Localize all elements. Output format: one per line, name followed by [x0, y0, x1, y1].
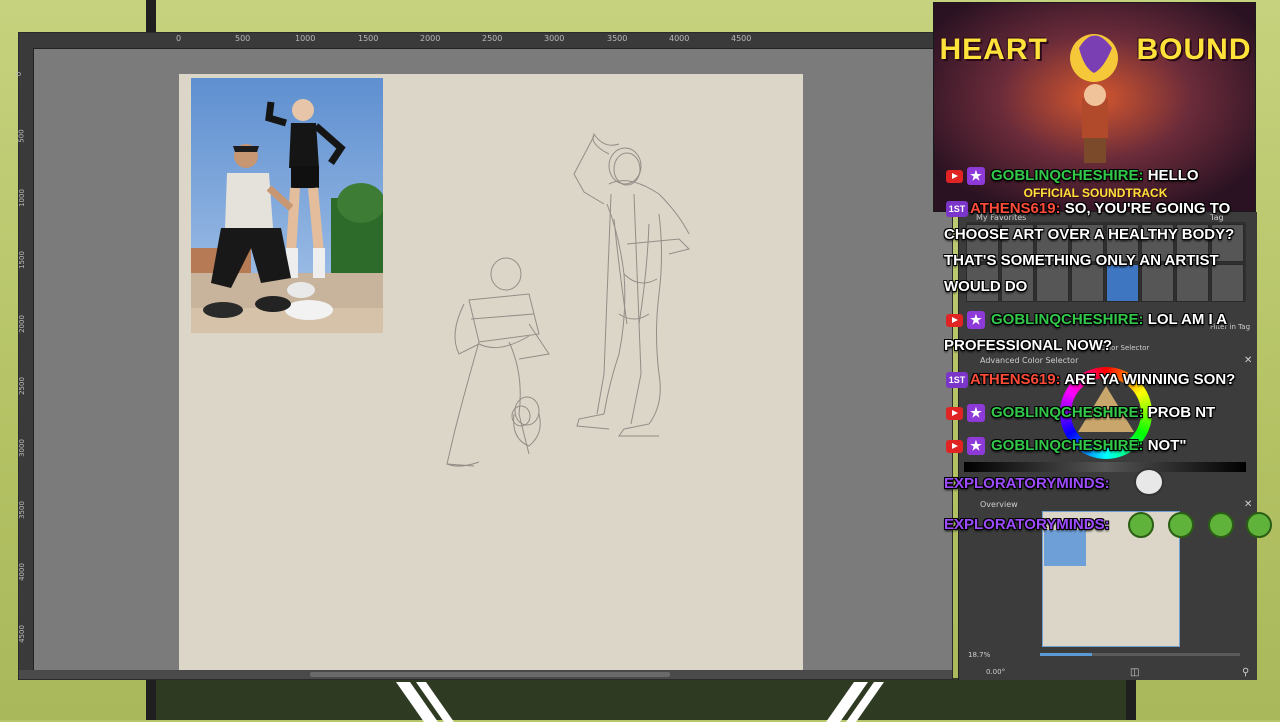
ruler-label: 1500: [17, 251, 26, 269]
chat-message: ★ GOBLINQCHESHIRE: HELLO: [946, 167, 1199, 186]
ruler-label: 500: [235, 34, 251, 43]
color-selector-docker-title: Advanced Color Selector: [980, 356, 1079, 365]
brush-preset[interactable]: [1036, 264, 1069, 302]
ruler-label: 1500: [358, 34, 379, 43]
overlay-frame-bottom: [146, 678, 1136, 720]
chat-message: ★ GOBLINQCHESHIRE: PROB NT: [946, 404, 1216, 423]
star-badge-icon: ★: [967, 167, 985, 186]
brush-preset[interactable]: [1071, 264, 1104, 302]
chat-text: HELLO: [1147, 167, 1199, 184]
chat-username: GOBLINQCHESHIRE:: [991, 167, 1144, 184]
chat-username: ATHENS619:: [970, 371, 1061, 388]
goblin-emote-icon: [1208, 512, 1234, 538]
chat-message: 1ST ATHENS619: ARE YA WINNING SON?: [946, 371, 1236, 389]
ruler-label: 1000: [17, 189, 26, 207]
chat-text: ARE YA WINNING SON?: [1064, 371, 1236, 388]
ruler-label: 3500: [17, 501, 26, 519]
chat-text-continuation: CHOOSE ART OVER A HEALTHY BODY?: [944, 226, 1235, 243]
chat-username: EXPLORATORYMINDS:: [944, 475, 1110, 492]
star-badge-icon: ★: [967, 311, 985, 330]
ruler-label: 3000: [17, 439, 26, 457]
chat-message: EXPLORATORYMINDS:: [944, 475, 1110, 492]
value-slider[interactable]: [964, 462, 1246, 472]
brush-preset[interactable]: [1106, 264, 1139, 302]
ruler-label: 1000: [295, 34, 316, 43]
ad-title-left: HEART: [939, 33, 1048, 66]
first-time-badge-icon: 1ST: [946, 372, 968, 389]
horizontal-ruler[interactable]: 0 500 1000 1500 2000 2500 3000 3500 4000…: [19, 33, 952, 49]
goblin-emote-icon: [1168, 512, 1194, 538]
star-badge-icon: ★: [967, 404, 985, 423]
brush-preset[interactable]: [1141, 264, 1174, 302]
ruler-label: 2500: [482, 34, 503, 43]
chat-message: ★ GOBLINQCHESHIRE: LOL AM I A: [946, 311, 1228, 330]
chat-text-continuation: PROFESSIONAL NOW?: [944, 337, 1113, 354]
chat-text-continuation: WOULD DO: [944, 278, 1028, 295]
ruler-label: 4500: [17, 625, 26, 643]
goblin-emote-icon: [1128, 512, 1154, 538]
close-icon[interactable]: ✕: [1244, 355, 1252, 366]
horizontal-scrollbar[interactable]: [310, 672, 670, 677]
close-icon[interactable]: ✕: [1244, 499, 1252, 510]
overview-photo-thumbnail: [1044, 530, 1086, 566]
ruler-label: 3000: [544, 34, 565, 43]
sketch-layer[interactable]: [179, 74, 803, 671]
zoom-value[interactable]: 18.7%: [968, 651, 990, 659]
chat-username: GOBLINQCHESHIRE:: [991, 311, 1144, 328]
moderator-badge-icon: [946, 313, 963, 327]
ruler-label: 2500: [17, 377, 26, 395]
ruler-label: 0: [15, 71, 24, 77]
ghost-emote-icon: [1134, 468, 1164, 496]
overlay-frame-bar: [146, 0, 156, 34]
moderator-badge-icon: [946, 439, 963, 453]
ad-subtitle: OFFICIAL SOUNDTRACK: [1023, 186, 1168, 200]
rotation-value[interactable]: 0.00°: [986, 668, 1005, 676]
chat-message: 1ST ATHENS619: SO, YOU'RE GOING TO: [946, 200, 1231, 218]
chat-username: GOBLINQCHESHIRE:: [991, 437, 1144, 454]
ruler-label: 2000: [420, 34, 441, 43]
mirror-icon[interactable]: ◫: [1130, 667, 1139, 678]
brush-preset[interactable]: [1211, 264, 1244, 302]
ruler-label: 0: [176, 34, 182, 43]
first-time-badge-icon: 1ST: [946, 201, 968, 218]
chat-text: PROB NT: [1147, 404, 1216, 421]
moderator-badge-icon: [946, 169, 963, 183]
ruler-label: 4000: [17, 563, 26, 581]
chat-text-continuation: THAT'S SOMETHING ONLY AN ARTIST: [944, 252, 1219, 269]
ruler-label: 3500: [607, 34, 628, 43]
overview-docker-title: Overview: [980, 500, 1018, 509]
chat-text: NOT": [1147, 437, 1187, 454]
ruler-label: 4500: [731, 34, 752, 43]
pin-icon[interactable]: ⚲: [1242, 667, 1249, 678]
ruler-label: 500: [17, 129, 26, 143]
ad-title-right: BOUND: [1136, 33, 1252, 66]
ad-title: HEART BOUND: [934, 33, 1255, 67]
brush-preset[interactable]: [1176, 264, 1209, 302]
moderator-badge-icon: [946, 406, 963, 420]
chat-text: LOL AM I A: [1147, 311, 1228, 328]
goblin-emote-icon: [1246, 512, 1272, 538]
chat-username: ATHENS619:: [970, 200, 1061, 217]
ruler-label: 2000: [17, 315, 26, 333]
zoom-slider-fill: [1040, 653, 1092, 656]
chat-message: ★ GOBLINQCHESHIRE: NOT": [946, 437, 1187, 456]
chat-message: EXPLORATORYMINDS:: [944, 516, 1110, 533]
chat-text: SO, YOU'RE GOING TO: [1064, 200, 1231, 217]
vertical-ruler[interactable]: 0 500 1000 1500 2000 2500 3000 3500 4000…: [15, 48, 34, 670]
chat-username: GOBLINQCHESHIRE:: [991, 404, 1144, 421]
star-badge-icon: ★: [967, 437, 985, 456]
ruler-label: 4000: [669, 34, 690, 43]
chat-username: EXPLORATORYMINDS:: [944, 516, 1110, 533]
